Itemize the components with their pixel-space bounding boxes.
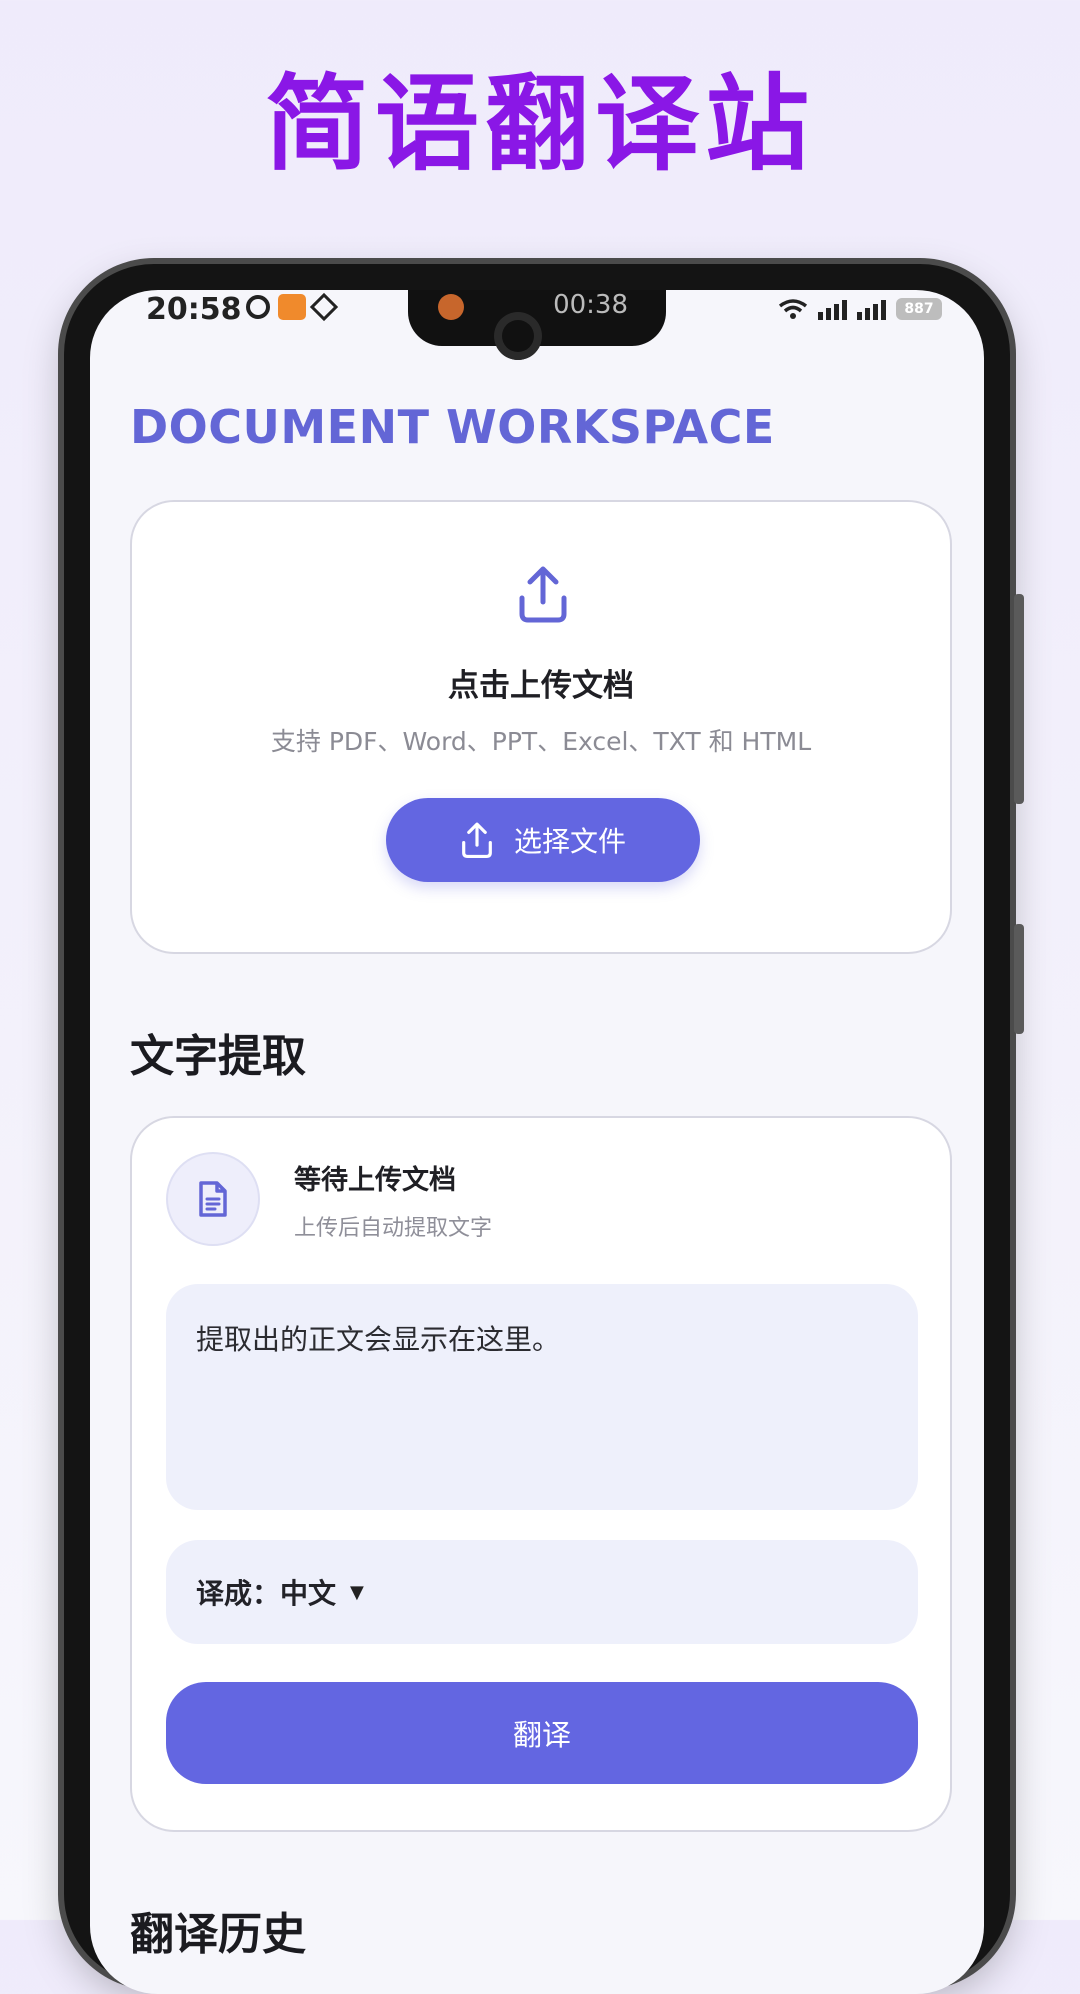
extraction-card: 等待上传文档 上传后自动提取文字 提取出的正文会显示在这里。 译成： 中文 ▼ …	[130, 1116, 952, 1832]
wifi-icon	[778, 299, 808, 319]
supported-formats-text: 支持 PDF、Word、PPT、Excel、TXT 和 HTML	[270, 727, 812, 756]
status-system-icons: 887	[778, 298, 942, 320]
notch-timer: 00:38	[553, 290, 628, 320]
upload-card[interactable]: 点击上传文档 支持 PDF、Word、PPT、Excel、TXT 和 HTML …	[130, 500, 952, 954]
app-notification-icon	[278, 294, 306, 320]
phone-frame: 20:58 00:38 887 DOCUMENT WORKSPACE 点击上传文…	[64, 264, 1024, 1994]
status-time: 20:58	[146, 292, 242, 327]
upload-icon	[519, 566, 567, 623]
target-language-select[interactable]: 译成： 中文 ▼	[166, 1540, 918, 1644]
section-title-history: 翻译历史	[130, 1909, 306, 1960]
target-language-label: 译成：	[196, 1577, 281, 1610]
phone-screen: 20:58 00:38 887 DOCUMENT WORKSPACE 点击上传文…	[90, 290, 984, 1994]
caret-down-icon: ▼	[350, 1581, 364, 1603]
choose-file-button[interactable]: 选择文件	[386, 798, 700, 882]
status-notification-icons	[246, 292, 339, 322]
front-camera	[494, 312, 542, 360]
target-language-value: 中文	[280, 1577, 337, 1610]
status-bar: 20:58 00:38 887	[90, 290, 984, 360]
document-icon	[199, 1181, 227, 1217]
phone-side-button	[1014, 594, 1024, 804]
recording-indicator-icon	[438, 294, 464, 320]
diamond-icon	[309, 292, 339, 322]
extraction-status-title: 等待上传文档	[294, 1165, 456, 1196]
signal-icon-2	[857, 300, 886, 320]
notification-icon	[246, 295, 270, 319]
upload-heading: 点击上传文档	[448, 668, 634, 704]
promo-title: 简语翻译站	[264, 63, 815, 185]
signal-icon	[818, 300, 847, 320]
upload-icon	[462, 822, 492, 859]
extraction-status-subtitle: 上传后自动提取文字	[294, 1216, 493, 1241]
extracted-text-area[interactable]: 提取出的正文会显示在这里。	[166, 1284, 918, 1510]
section-title-extraction: 文字提取	[130, 1031, 306, 1082]
translate-button[interactable]: 翻译	[166, 1682, 918, 1784]
phone-side-button	[1014, 924, 1024, 1034]
battery-icon: 887	[896, 298, 942, 320]
app-title: DOCUMENT WORKSPACE	[130, 400, 775, 454]
choose-file-label: 选择文件	[513, 825, 626, 858]
document-icon-badge	[166, 1152, 260, 1246]
